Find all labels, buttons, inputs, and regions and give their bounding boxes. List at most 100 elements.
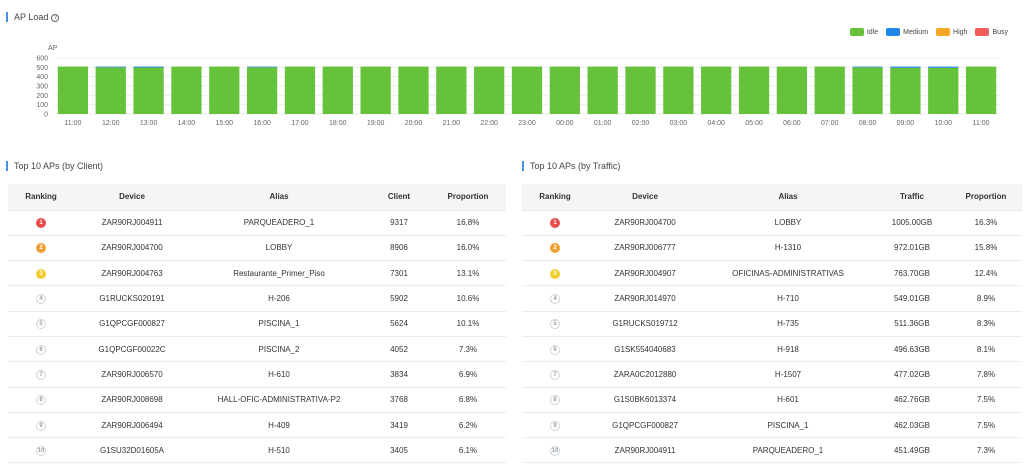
table-row[interactable]: 1 ZAR90RJ004911 PARQUEADERO_1 9317 16.8% bbox=[8, 210, 506, 236]
column-header-proportion[interactable]: Proportion bbox=[950, 184, 1022, 211]
proportion-cell: 7.5% bbox=[950, 412, 1022, 439]
question-circle-icon[interactable]: ? bbox=[51, 14, 60, 22]
bar-idle[interactable] bbox=[928, 67, 959, 114]
alias-cell: H-710 bbox=[702, 285, 874, 312]
bar-medium[interactable] bbox=[95, 66, 126, 68]
table-header-row: Ranking Device Alias Traffic Proportion bbox=[522, 184, 1022, 211]
proportion-cell: 7.3% bbox=[950, 437, 1022, 464]
column-header-ranking[interactable]: Ranking bbox=[522, 184, 588, 211]
bar-idle[interactable] bbox=[814, 66, 845, 114]
column-header-proportion[interactable]: Proportion bbox=[430, 184, 506, 211]
x-tick-label: 12:00 bbox=[102, 120, 120, 127]
value-cell: 9317 bbox=[368, 210, 430, 236]
top-traffic-table-wrap: Ranking Device Alias Traffic Proportion … bbox=[522, 184, 1022, 464]
column-header-ranking[interactable]: Ranking bbox=[8, 184, 74, 211]
alias-cell: H-1310 bbox=[702, 235, 874, 262]
ranking-cell: 3 bbox=[522, 260, 588, 287]
ranking-cell: 1 bbox=[8, 210, 74, 236]
x-tick-label: 18:00 bbox=[329, 120, 347, 127]
table-row[interactable]: 10 G1SU32D01605A H-510 3405 6.1% bbox=[8, 437, 506, 464]
rank-badge: 7 bbox=[36, 369, 46, 380]
device-cell: ZAR90RJ008698 bbox=[74, 387, 190, 413]
alias-cell: LOBBY bbox=[190, 235, 368, 262]
column-header-alias[interactable]: Alias bbox=[190, 184, 368, 211]
column-header-device[interactable]: Device bbox=[74, 184, 190, 211]
table-row[interactable]: 3 ZAR90RJ004763 Restaurante_Primer_Piso 730… bbox=[8, 260, 506, 287]
bar-idle[interactable] bbox=[965, 66, 997, 114]
bar-medium[interactable] bbox=[133, 66, 164, 68]
table-row[interactable]: 5 G1RUCKS019712 H-735 511.36GB 8.3% bbox=[522, 311, 1022, 337]
legend-item-idle[interactable]: Idle bbox=[849, 28, 878, 36]
ranking-cell: 5 bbox=[8, 311, 74, 337]
bar-idle[interactable] bbox=[322, 66, 353, 114]
value-cell: 8906 bbox=[368, 235, 430, 262]
column-header-client[interactable]: Client bbox=[368, 184, 430, 211]
bar-medium[interactable] bbox=[890, 66, 921, 68]
alias-cell: PARQUEADERO_1 bbox=[702, 437, 874, 464]
bar-idle[interactable] bbox=[284, 66, 316, 114]
column-header-alias[interactable]: Alias bbox=[702, 184, 874, 211]
bar-medium[interactable] bbox=[246, 66, 278, 68]
column-header-device[interactable]: Device bbox=[588, 184, 702, 211]
rank-badge: 3 bbox=[36, 268, 46, 279]
bar-idle[interactable] bbox=[95, 67, 126, 114]
bar-idle[interactable] bbox=[246, 67, 278, 114]
bar-idle[interactable] bbox=[511, 66, 543, 114]
device-cell: G1RUCKS020191 bbox=[74, 285, 190, 312]
bar-idle[interactable] bbox=[776, 66, 808, 114]
x-tick-label: 11:00 bbox=[973, 120, 990, 127]
legend-item-high[interactable]: High bbox=[936, 28, 967, 36]
bar-idle[interactable] bbox=[625, 66, 656, 114]
table-row[interactable]: 4 ZAR90RJ014970 H-710 549.01GB 8.9% bbox=[522, 285, 1022, 312]
bar-idle[interactable] bbox=[133, 67, 164, 114]
bar-idle[interactable] bbox=[549, 66, 580, 114]
ranking-cell: 7 bbox=[522, 361, 588, 388]
bar-idle[interactable] bbox=[57, 66, 89, 114]
bar-idle[interactable] bbox=[701, 66, 732, 114]
table-row[interactable]: 2 ZAR90RJ006777 H-1310 972.01GB 15.8% bbox=[522, 235, 1022, 262]
bar-medium[interactable] bbox=[928, 66, 959, 68]
table-row[interactable]: 7 ZARA0C2012880 H-1507 477.02GB 7.8% bbox=[522, 361, 1022, 388]
table-row[interactable]: 9 ZAR90RJ006494 H-409 3419 6.2% bbox=[8, 412, 506, 439]
table-row[interactable]: 7 ZAR90RJ006570 H-610 3834 6.9% bbox=[8, 361, 506, 388]
table-row[interactable]: 1 ZAR90RJ004700 LOBBY 1005.00GB 16.3% bbox=[522, 210, 1022, 236]
bar-idle[interactable] bbox=[890, 67, 921, 114]
bar-medium[interactable] bbox=[852, 66, 883, 68]
legend-item-busy[interactable]: Busy bbox=[975, 28, 1008, 36]
alias-cell: H-601 bbox=[702, 387, 874, 413]
bar-idle[interactable] bbox=[474, 66, 505, 114]
rank-badge: 6 bbox=[550, 344, 560, 355]
table-row[interactable]: 3 ZAR90RJ004907 OFICINAS-ADMINISTRATIVAS 76… bbox=[522, 260, 1022, 287]
table-row[interactable]: 6 G1QPCGF00022C PISCINA_2 4052 7.3% bbox=[8, 336, 506, 363]
x-tick-label: 00:00 bbox=[556, 120, 574, 127]
table-row[interactable]: 4 G1RUCKS020191 H-206 5902 10.6% bbox=[8, 285, 506, 312]
bar-idle[interactable] bbox=[171, 66, 202, 114]
bar-idle[interactable] bbox=[663, 66, 694, 114]
table-row[interactable]: 8 ZAR90RJ008698 HALL-OFIC-ADMINISTRATIVA-P… bbox=[8, 387, 506, 413]
ap-load-title-text: AP Load bbox=[14, 12, 49, 22]
bar-idle[interactable] bbox=[436, 66, 467, 114]
ranking-cell: 5 bbox=[522, 311, 588, 337]
proportion-cell: 10.1% bbox=[430, 311, 506, 337]
value-cell: 3405 bbox=[368, 437, 430, 464]
column-header-traffic[interactable]: Traffic bbox=[874, 184, 950, 211]
legend-item-medium[interactable]: Medium bbox=[886, 28, 928, 36]
bar-idle[interactable] bbox=[360, 66, 391, 114]
table-row[interactable]: 2 ZAR90RJ004700 LOBBY 8906 16.0% bbox=[8, 235, 506, 262]
ranking-cell: 10 bbox=[8, 437, 74, 464]
device-cell: ZAR90RJ004700 bbox=[588, 210, 702, 236]
top-traffic-title-text: Top 10 APs (by Traffic) bbox=[530, 161, 621, 171]
table-row[interactable]: 10 ZAR90RJ004911 PARQUEADERO_1 451.49GB 7.3% bbox=[522, 437, 1022, 464]
table-row[interactable]: 8 G1S0BK6013374 H-601 462.76GB 7.5% bbox=[522, 387, 1022, 413]
rank-badge: 10 bbox=[550, 445, 560, 456]
x-tick-label: 09:00 bbox=[897, 120, 915, 127]
bar-idle[interactable] bbox=[209, 66, 240, 114]
bar-idle[interactable] bbox=[852, 67, 883, 114]
table-row[interactable]: 9 G1QPCGF000827 PISCINA_1 462.03GB 7.5% bbox=[522, 412, 1022, 439]
bar-idle[interactable] bbox=[738, 66, 770, 114]
table-row[interactable]: 5 G1QPCGF000827 PISCINA_1 5624 10.1% bbox=[8, 311, 506, 337]
table-row[interactable]: 6 G1SK554040683 H-918 496.63GB 8.1% bbox=[522, 336, 1022, 363]
bar-idle[interactable] bbox=[587, 66, 618, 114]
rank-badge: 5 bbox=[550, 319, 560, 330]
bar-idle[interactable] bbox=[398, 66, 429, 114]
